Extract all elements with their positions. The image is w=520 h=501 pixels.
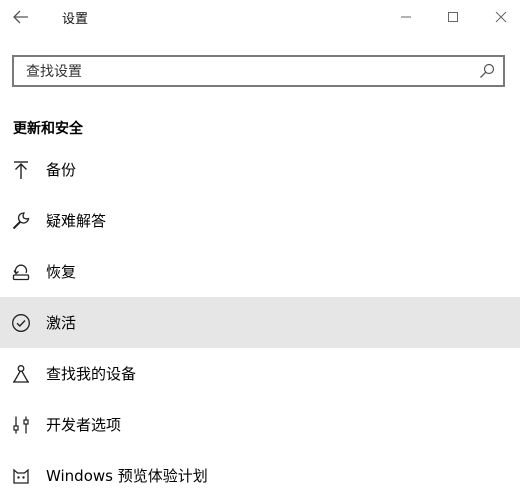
- nav-item-windows-insider[interactable]: Windows 预览体验计划: [0, 450, 520, 501]
- nav-item-find-my-device[interactable]: 查找我的设备: [0, 348, 520, 399]
- minimize-icon: [401, 16, 411, 18]
- nav-item-label: 查找我的设备: [46, 365, 137, 383]
- close-button[interactable]: [489, 6, 513, 28]
- back-arrow-icon: [13, 10, 28, 24]
- nav-item-label: 恢复: [46, 263, 77, 281]
- maximize-icon: [448, 12, 458, 22]
- section-title: 更新和安全: [13, 121, 83, 137]
- check-circle-icon: [11, 313, 31, 333]
- search-box[interactable]: [12, 55, 505, 87]
- nav-item-activation[interactable]: 激活: [0, 297, 520, 348]
- wrench-icon: [11, 211, 31, 231]
- close-icon: [495, 11, 507, 23]
- maximize-button[interactable]: [441, 6, 465, 28]
- nav-item-developer-options[interactable]: 开发者选项: [0, 399, 520, 450]
- find-device-icon: [11, 364, 31, 384]
- nav-item-label: 疑难解答: [46, 212, 107, 230]
- nav-item-backup[interactable]: 备份: [0, 144, 520, 195]
- nav-item-label: 激活: [46, 314, 77, 332]
- title-bar: 设置: [0, 0, 520, 34]
- minimize-button[interactable]: [394, 6, 418, 28]
- back-button[interactable]: [12, 8, 30, 26]
- search-input[interactable]: [26, 63, 466, 81]
- backup-arrow-icon: [11, 160, 31, 180]
- nav-item-label: 备份: [46, 161, 77, 179]
- nav-item-recovery[interactable]: 恢复: [0, 246, 520, 297]
- developer-options-icon: [11, 415, 31, 435]
- window-title: 设置: [62, 12, 89, 27]
- nav-item-label: Windows 预览体验计划: [46, 467, 208, 485]
- insider-cat-icon: [11, 466, 31, 486]
- nav-list: 备份 疑难解答 恢复 激活 查找我的设备 开发者选项 Windows 预览体验计…: [0, 144, 520, 501]
- search-icon[interactable]: [479, 63, 495, 79]
- recovery-icon: [11, 262, 31, 282]
- nav-item-troubleshoot[interactable]: 疑难解答: [0, 195, 520, 246]
- nav-item-label: 开发者选项: [46, 416, 122, 434]
